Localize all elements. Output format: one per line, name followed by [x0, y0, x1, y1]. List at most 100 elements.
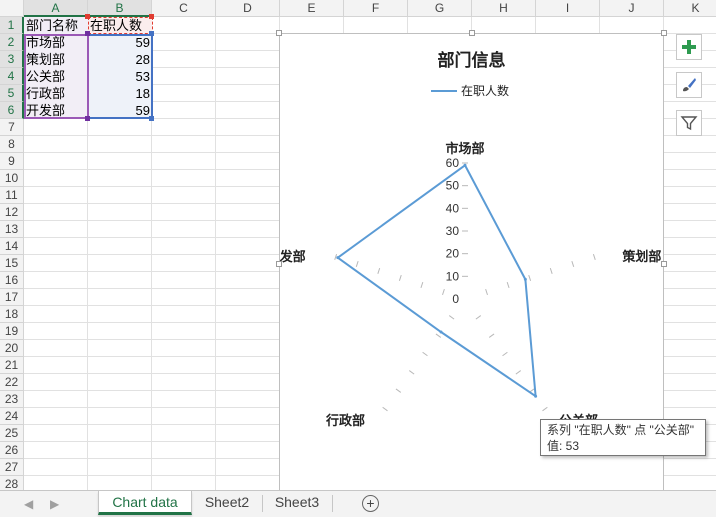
row-header-6[interactable]: 6: [0, 102, 24, 119]
data-point-tooltip: 系列 "在职人数" 点 "公关部" 值: 53: [540, 419, 706, 456]
cell-b4[interactable]: 53: [88, 68, 152, 85]
row-header-15[interactable]: 15: [0, 255, 24, 272]
axis-tick-label: 60: [446, 156, 460, 170]
radar-grid-tick: [442, 288, 445, 296]
prev-sheet-arrow-icon[interactable]: ◀: [24, 497, 33, 511]
range-handle[interactable]: [149, 14, 154, 19]
range-handle[interactable]: [85, 14, 90, 19]
chart-styles-button[interactable]: [676, 72, 702, 98]
row-header-24[interactable]: 24: [0, 408, 24, 425]
column-header-f[interactable]: F: [344, 0, 408, 17]
row-header-10[interactable]: 10: [0, 170, 24, 187]
radar-grid-tick: [515, 370, 522, 375]
chart-resize-handle[interactable]: [661, 261, 667, 267]
range-handle[interactable]: [85, 116, 90, 121]
row-header-5[interactable]: 5: [0, 85, 24, 102]
row-header-23[interactable]: 23: [0, 391, 24, 408]
cell-b5[interactable]: 18: [88, 85, 152, 102]
axis-tick-label: 20: [446, 247, 460, 261]
radar-grid-tick: [408, 370, 415, 375]
chart-elements-button[interactable]: [676, 34, 702, 60]
add-sheet-button[interactable]: +: [362, 495, 379, 512]
chart-resize-handle[interactable]: [276, 261, 282, 267]
column-header-i[interactable]: I: [536, 0, 600, 17]
radar-grid-tick: [506, 281, 510, 288]
column-header-a[interactable]: A: [24, 0, 88, 17]
row-header-20[interactable]: 20: [0, 340, 24, 357]
row-header-22[interactable]: 22: [0, 374, 24, 391]
tab-sheet2[interactable]: Sheet2: [194, 491, 260, 515]
radar-grid-tick: [355, 260, 359, 267]
radar-grid-tick: [502, 351, 508, 357]
axis-tick-label: 50: [446, 179, 460, 193]
cell-a5[interactable]: 行政部: [24, 85, 88, 102]
select-all-corner[interactable]: [0, 0, 24, 17]
column-header-j[interactable]: J: [600, 0, 664, 17]
chart-resize-handle[interactable]: [661, 30, 667, 36]
column-header-g[interactable]: G: [408, 0, 472, 17]
cell-a4[interactable]: 公关部: [24, 68, 88, 85]
data-point: [534, 394, 538, 398]
row-header-16[interactable]: 16: [0, 272, 24, 289]
row-header-14[interactable]: 14: [0, 238, 24, 255]
cell-a1[interactable]: 部门名称: [24, 17, 88, 34]
chart-resize-handle[interactable]: [276, 30, 282, 36]
row-header-11[interactable]: 11: [0, 187, 24, 204]
radar-grid-tick: [485, 288, 488, 296]
axis-tick-label: 30: [446, 224, 460, 238]
column-header-h[interactable]: H: [472, 0, 536, 17]
row-header-17[interactable]: 17: [0, 289, 24, 306]
cell-b3[interactable]: 28: [88, 51, 152, 68]
row-header-28[interactable]: 28: [0, 476, 24, 490]
column-header-b[interactable]: B: [88, 0, 152, 17]
next-sheet-arrow-icon[interactable]: ▶: [50, 497, 59, 511]
radar-grid-tick: [420, 281, 424, 288]
series-line: [336, 164, 537, 398]
row-header-8[interactable]: 8: [0, 136, 24, 153]
cell-b2[interactable]: 59: [88, 34, 152, 51]
radar-grid-tick: [448, 315, 455, 320]
row-header-21[interactable]: 21: [0, 357, 24, 374]
row-header-19[interactable]: 19: [0, 323, 24, 340]
range-handle[interactable]: [149, 31, 154, 36]
cell-a6[interactable]: 开发部: [24, 102, 88, 119]
cell-b6[interactable]: 59: [88, 102, 152, 119]
row-header-26[interactable]: 26: [0, 442, 24, 459]
tab-divider: [262, 495, 263, 512]
column-header-e[interactable]: E: [280, 0, 344, 17]
row-header-12[interactable]: 12: [0, 204, 24, 221]
row-header-9[interactable]: 9: [0, 153, 24, 170]
column-header-c[interactable]: C: [152, 0, 216, 17]
cell-b1[interactable]: 在职人数: [88, 17, 152, 34]
radar-grid-tick: [382, 406, 388, 412]
row-header-2[interactable]: 2: [0, 34, 24, 51]
data-point: [523, 277, 527, 281]
category-label: 开发部: [280, 249, 306, 264]
cell-a3[interactable]: 策划部: [24, 51, 88, 68]
chart-filters-button[interactable]: [676, 110, 702, 136]
radar-grid-tick: [398, 274, 402, 281]
range-handle[interactable]: [149, 116, 154, 121]
radar-grid-tick: [435, 333, 442, 338]
row-header-3[interactable]: 3: [0, 51, 24, 68]
axis-tick-label: 0: [452, 292, 459, 306]
cell-a2[interactable]: 市场部: [24, 34, 88, 51]
tab-chart-data[interactable]: Chart data: [98, 491, 192, 515]
plus-icon: [682, 40, 696, 54]
radar-grid-tick: [592, 253, 596, 260]
range-handle[interactable]: [85, 31, 90, 36]
tab-divider: [332, 495, 333, 512]
row-header-4[interactable]: 4: [0, 68, 24, 85]
row-header-18[interactable]: 18: [0, 306, 24, 323]
row-header-7[interactable]: 7: [0, 119, 24, 136]
row-header-1[interactable]: 1: [0, 17, 24, 34]
radar-grid-tick: [571, 260, 575, 267]
row-header-25[interactable]: 25: [0, 425, 24, 442]
tab-sheet3[interactable]: Sheet3: [264, 491, 330, 515]
column-header-k[interactable]: K: [664, 0, 716, 17]
row-header-13[interactable]: 13: [0, 221, 24, 238]
tooltip-series-point: 系列 "在职人数" 点 "公关部": [547, 423, 695, 437]
row-header-27[interactable]: 27: [0, 459, 24, 476]
chart-resize-handle[interactable]: [469, 30, 475, 36]
column-header-d[interactable]: D: [216, 0, 280, 17]
